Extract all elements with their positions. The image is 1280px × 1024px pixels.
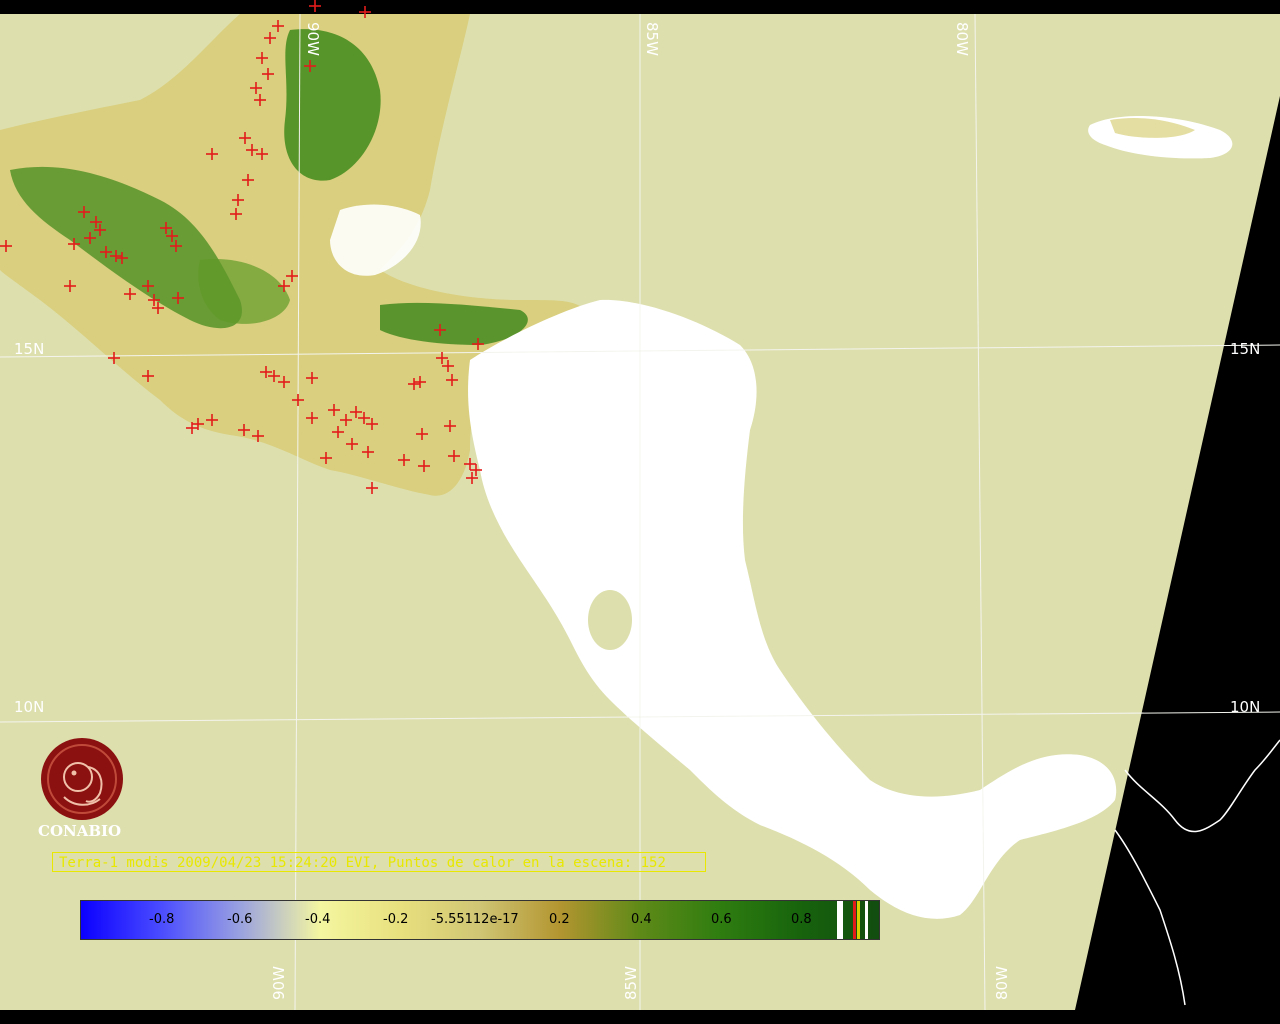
colorbar-tick-label: 0.8 — [791, 912, 812, 927]
colorbar-tick-label: -0.2 — [383, 912, 409, 927]
colorbar-special-swatch — [857, 901, 860, 939]
colorbar-special-swatch — [837, 901, 843, 939]
lat-label-10n-right: 10N — [1230, 698, 1260, 716]
colorbar-tick-label: 0.2 — [549, 912, 570, 927]
lon-label-80w-bottom: 80W — [993, 966, 1011, 1000]
lon-label-80w-top: 80W — [953, 22, 971, 56]
colorbar-tick-label: 0.6 — [711, 912, 732, 927]
colorbar-special-swatch — [865, 901, 868, 939]
lon-label-85w-bottom: 85W — [622, 966, 640, 1000]
evi-colorbar: -0.8 -0.6 -0.4 -0.2 -5.55112e-17 0.2 0.4 0.6 0.8 — [80, 900, 880, 940]
scene-caption: Terra-1 modis 2009/04/23 15:24:20 EVI, P… — [52, 852, 706, 872]
colorbar-special-swatch — [853, 901, 856, 939]
lon-label-90w-bottom: 90W — [270, 966, 288, 1000]
colorbar-tick-label: 0.4 — [631, 912, 652, 927]
logo-text: CONABIO — [38, 822, 122, 840]
lat-label-15n-right: 15N — [1230, 340, 1260, 358]
lat-label-15n-left: 15N — [14, 340, 44, 358]
lon-label-85w-top: 85W — [643, 22, 661, 56]
colorbar-tick-label: -5.55112e-17 — [431, 912, 519, 927]
colorbar-tick-label: -0.8 — [149, 912, 175, 927]
lon-label-90w-top: 90W — [304, 22, 322, 56]
lake-nicaragua — [588, 590, 632, 650]
colorbar-tick-label: -0.4 — [305, 912, 331, 927]
lat-label-10n-left: 10N — [14, 698, 44, 716]
colorbar-tick-label: -0.6 — [227, 912, 253, 927]
